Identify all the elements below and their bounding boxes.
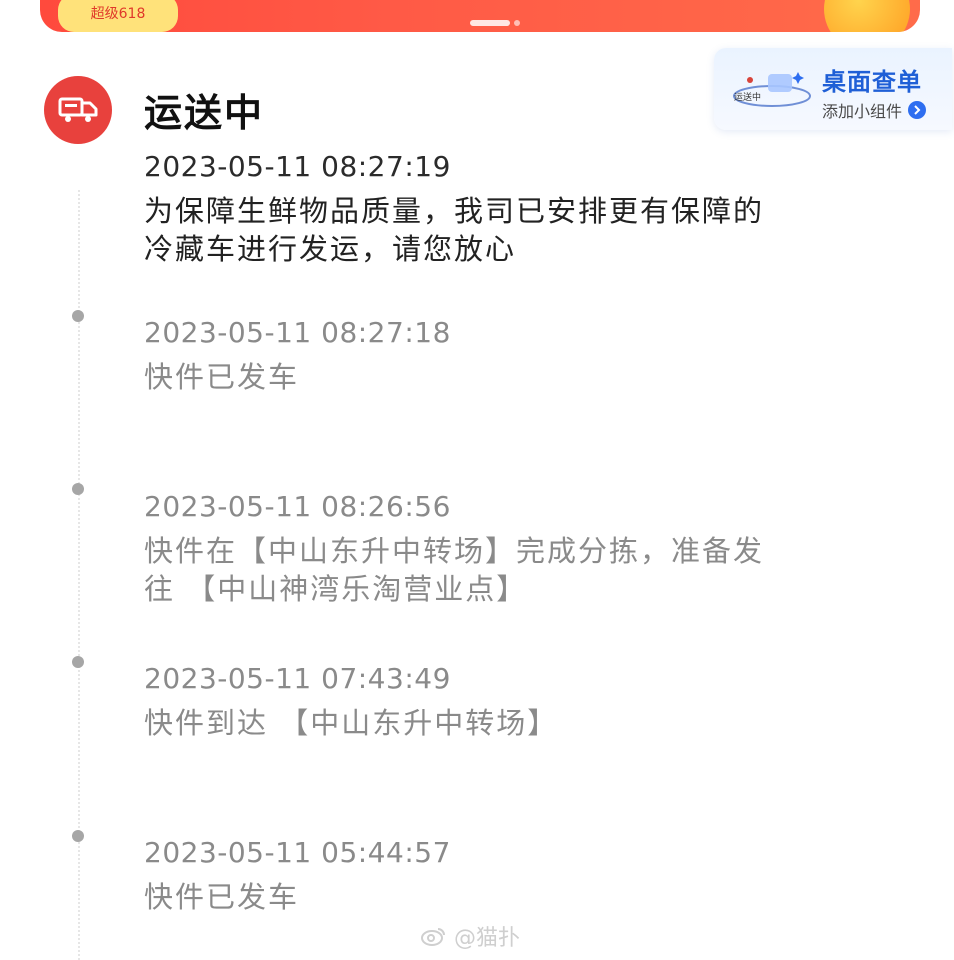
timeline-dot [72,656,84,668]
timeline-event: 2023-05-11 05:44:57 快件已发车 [144,836,864,916]
event-time: 2023-05-11 05:44:57 [144,836,451,869]
truck-icon [58,97,98,122]
carousel-indicator [514,20,520,26]
event-description-line: 快件已发车 [144,880,300,914]
event-description: 快件到达 【中山东升中转场】 [144,704,864,742]
event-description: 快件已发车 [144,878,864,916]
event-description-line: 为保障生鲜物品质量，我司已安排更有保障的 [144,194,765,228]
event-description-line: 冷藏车进行发运，请您放心 [144,232,517,266]
event-description-line: 快件已发车 [144,360,300,394]
timeline-dot [72,483,84,495]
timeline-dot [72,310,84,322]
timeline-line [78,190,80,960]
promo-orb-graphic [824,0,910,32]
promo-badge: 超级618 [58,0,178,32]
event-time: 2023-05-11 07:43:49 [144,662,451,695]
status-icon [44,76,112,144]
event-time: 2023-05-11 08:26:56 [144,490,451,523]
widget-illustration-icon: 运送中 [733,72,811,107]
timeline-event: 2023-05-11 07:43:49 快件到达 【中山东升中转场】 [144,662,864,742]
watermark: @猫扑 [420,920,520,952]
widget-mini-label: 运送中 [734,91,761,103]
status-title: 运送中 [144,91,265,135]
weibo-logo-icon [421,928,445,946]
watermark-text: @猫扑 [454,926,521,951]
chevron-right-icon [908,101,927,119]
promo-banner[interactable]: 超级618 [40,0,920,32]
event-description: 快件已发车 [144,358,864,396]
event-time: 2023-05-11 08:27:18 [144,316,451,349]
desktop-widget-card[interactable]: 运送中 桌面查单 添加小组件 [714,48,952,130]
event-description-line: 快件到达 【中山东升中转场】 [144,706,559,740]
event-description-line: 快件在【中山东升中转场】完成分拣，准备发 [144,534,765,568]
carousel-indicator-active [470,20,510,26]
timeline-event: 2023-05-11 08:27:18 快件已发车 [144,316,864,396]
widget-subtitle: 添加小组件 [822,102,903,121]
event-description: 为保障生鲜物品质量，我司已安排更有保障的 冷藏车进行发运，请您放心 [144,192,864,268]
event-time: 2023-05-11 08:27:19 [144,150,451,183]
timeline-event-current: 2023-05-11 08:27:19 为保障生鲜物品质量，我司已安排更有保障的… [144,150,864,268]
widget-title: 桌面查单 [822,68,922,96]
timeline-event: 2023-05-11 08:26:56 快件在【中山东升中转场】完成分拣，准备发… [144,490,864,608]
add-widget-link[interactable]: 添加小组件 [822,98,927,122]
event-description: 快件在【中山东升中转场】完成分拣，准备发 往 【中山神湾乐淘营业点】 [144,532,864,608]
event-description-line: 往 【中山神湾乐淘营业点】 [144,572,528,606]
timeline-dot [72,830,84,842]
